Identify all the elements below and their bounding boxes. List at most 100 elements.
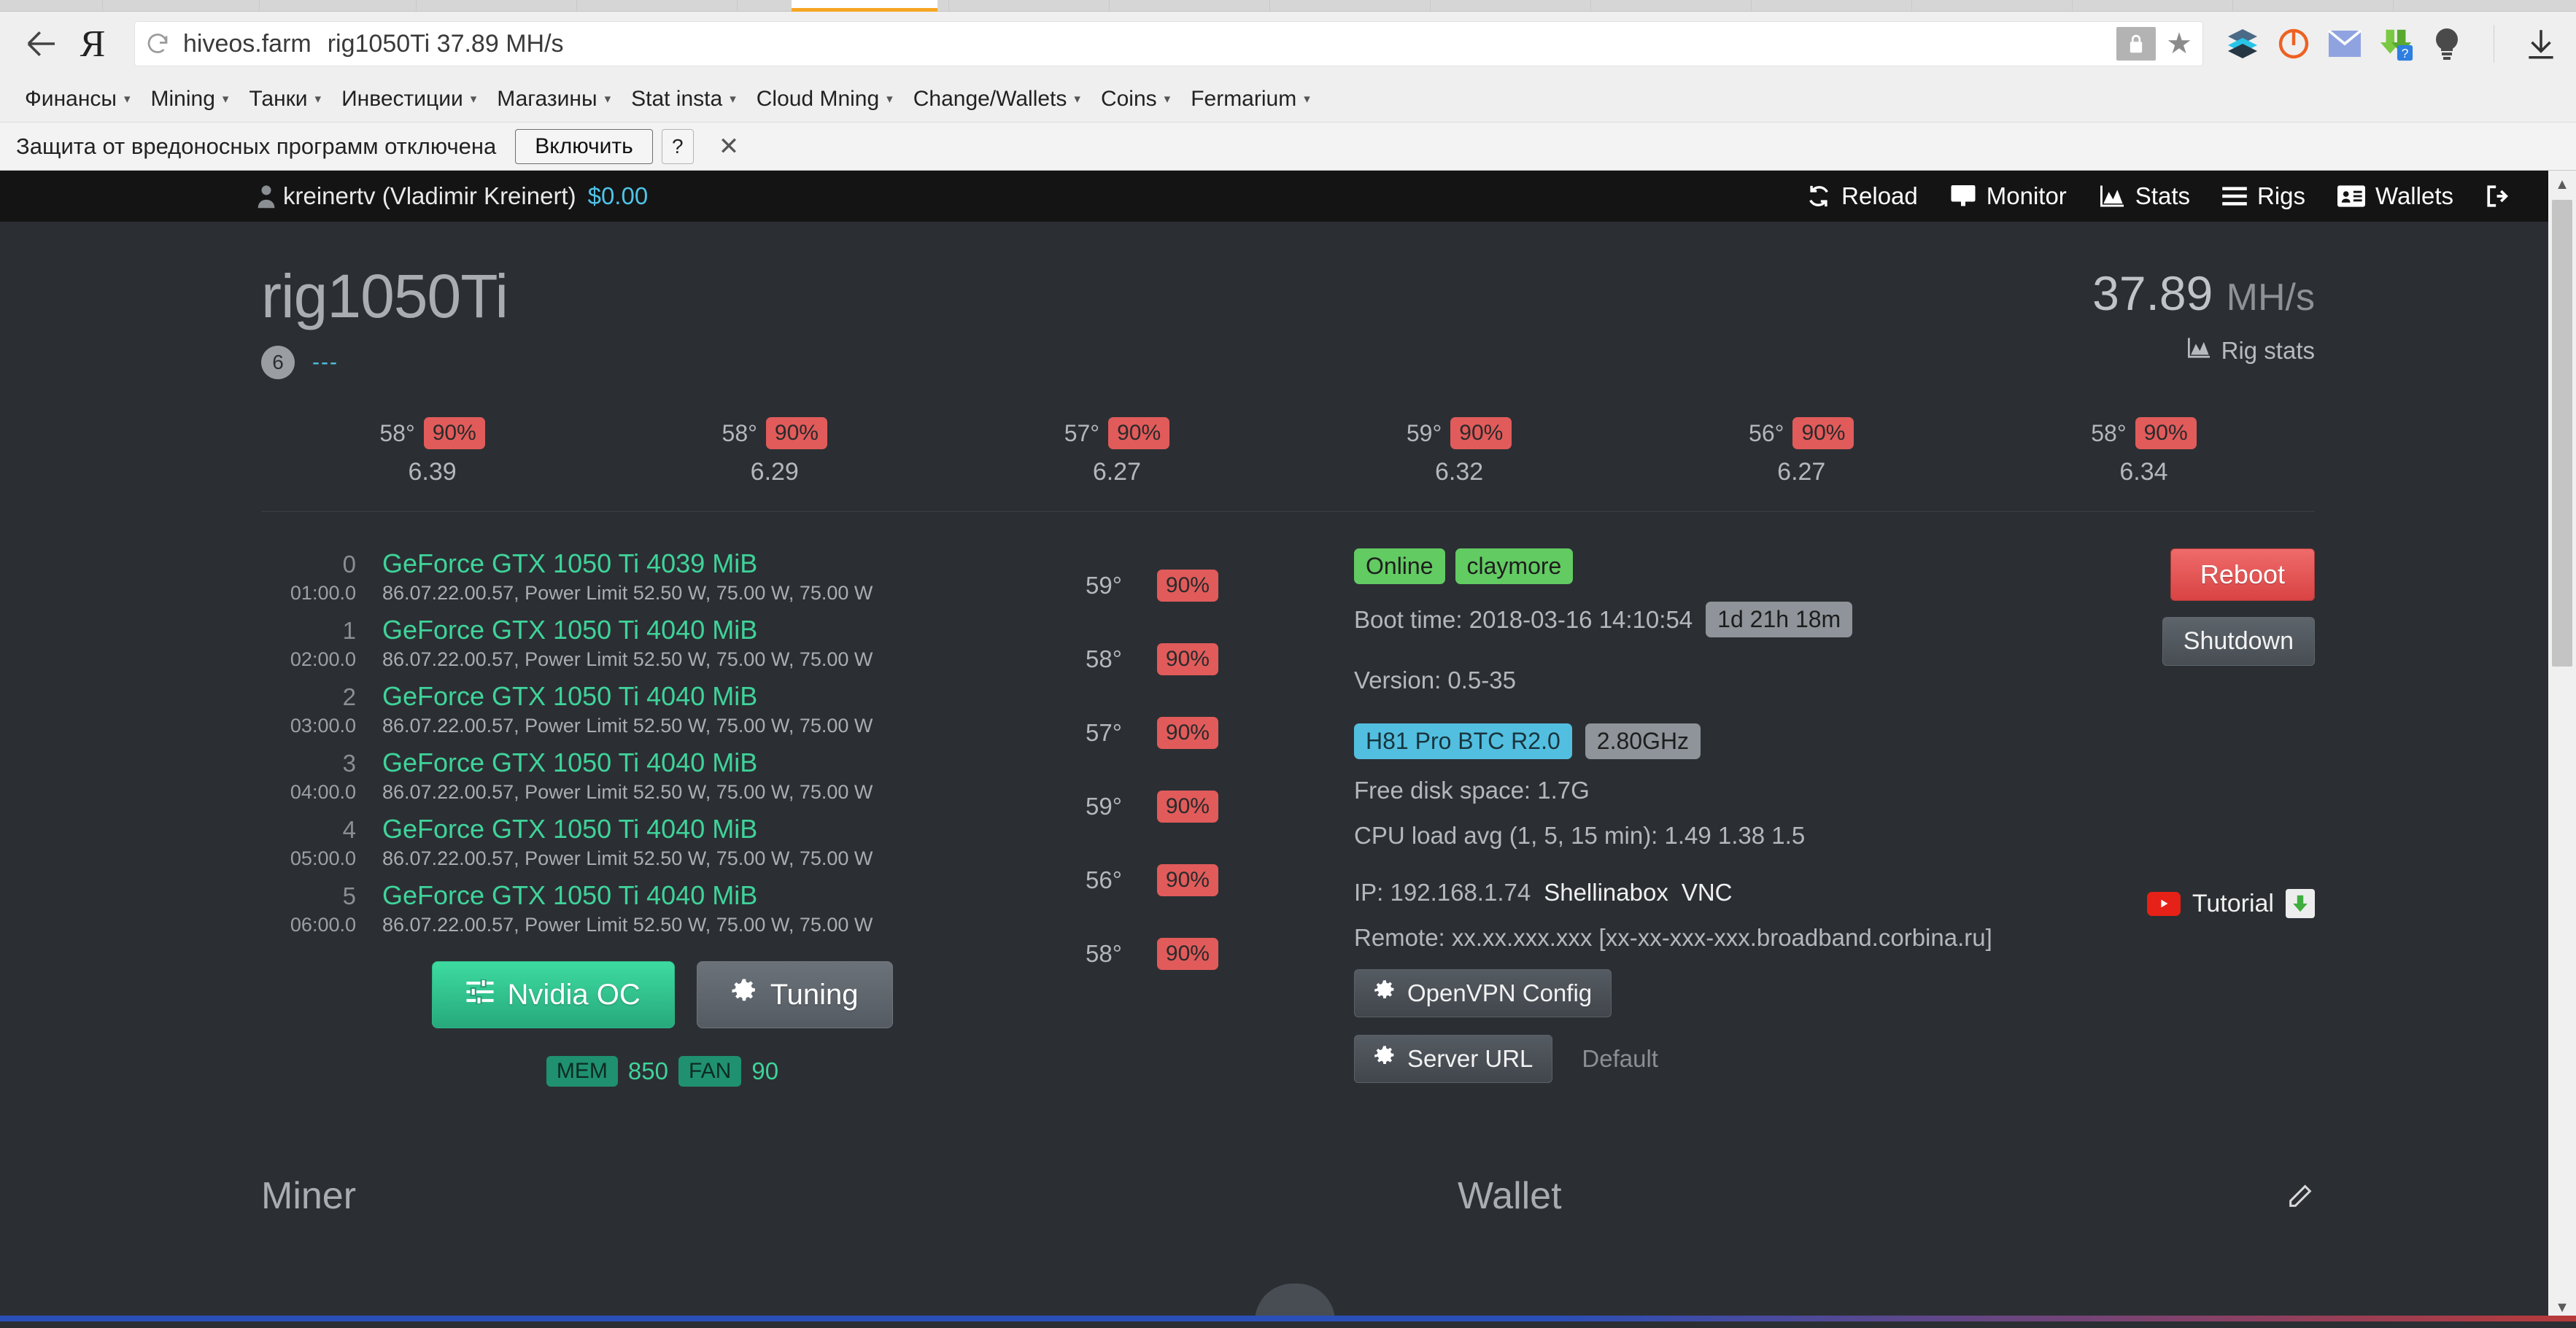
svg-text:?: ? <box>2402 46 2409 61</box>
yandex-logo-icon[interactable]: Я <box>67 18 118 69</box>
omnibox-page-title: rig1050Ti 37.89 MH/s <box>327 29 564 58</box>
user-balance: $0.00 <box>587 182 649 209</box>
vnc-link[interactable]: VNC <box>1682 879 1733 906</box>
bookmark-item-mining[interactable]: Mining ▾ <box>141 87 239 112</box>
bookmark-item-cloud-mning[interactable]: Cloud Mning ▾ <box>746 87 903 112</box>
download-icon[interactable] <box>2522 25 2560 63</box>
help-button[interactable]: ? <box>661 128 694 164</box>
openvpn-config-button[interactable]: OpenVPN Config <box>1354 969 1612 1017</box>
malware-warning-bar: Защита от вредоносных программ отключена… <box>0 123 2576 171</box>
nav-label: Stats <box>2135 182 2190 209</box>
bookmark-star-icon[interactable]: ★ <box>2156 27 2202 61</box>
layers-extension-icon[interactable] <box>2224 25 2262 63</box>
enable-protection-button[interactable]: Включить <box>515 128 653 164</box>
nav-item-monitor[interactable]: Monitor <box>1950 182 2067 210</box>
scrollbar-thumb[interactable] <box>2552 200 2572 667</box>
reload-icon <box>1806 184 1831 209</box>
summary-load-badge: 90% <box>1108 417 1170 449</box>
download-manager-extension-icon[interactable]: ? <box>2377 25 2415 63</box>
gpu-summary-cell: 58° 90% 6.39 <box>261 417 603 486</box>
gpu-detail: 86.07.22.00.57, Power Limit 52.50 W, 75.… <box>382 648 873 670</box>
edit-pencil-icon[interactable] <box>2286 1181 2315 1211</box>
bookmark-item-stat-insta[interactable]: Stat insta ▾ <box>621 87 746 112</box>
nvidia-oc-button[interactable]: Nvidia OC <box>432 961 675 1028</box>
gpu-row[interactable]: 4 GeForce GTX 1050 Ti 4040 MiB 05:00.0 8… <box>261 814 1064 870</box>
omnibox[interactable]: hiveos.farm rig1050Ti 37.89 MH/s ★ <box>134 21 2203 66</box>
gpu-temp: 59° <box>1086 792 1122 820</box>
bookmark-item-change-wallets[interactable]: Change/Wallets ▾ <box>903 87 1091 112</box>
server-url-button[interactable]: Server URL <box>1354 1035 1553 1083</box>
nav-label: Rigs <box>2257 182 2306 209</box>
bookmark-item-fermarium[interactable]: Fermarium ▾ <box>1180 87 1320 112</box>
bookmark-item-coins[interactable]: Coins ▾ <box>1091 87 1180 112</box>
gpu-summary-cell: 58° 90% 6.29 <box>603 417 945 486</box>
summary-hashrate: 6.34 <box>2119 458 2168 486</box>
chart-icon <box>2099 185 2125 208</box>
summary-temp: 58° <box>379 419 415 446</box>
scroll-up-arrow-icon[interactable]: ▲ <box>2548 171 2576 198</box>
bitly-extension-icon[interactable] <box>2275 25 2313 63</box>
bookmark-item-tanki[interactable]: Танки ▾ <box>239 87 331 112</box>
nav-item-rigs[interactable]: Rigs <box>2222 182 2305 210</box>
gpu-load-badge: 90% <box>1156 569 1218 602</box>
tutorial-link[interactable]: Tutorial <box>2146 889 2315 918</box>
back-arrow-icon[interactable] <box>16 18 67 69</box>
close-infobar-icon[interactable]: ✕ <box>719 132 740 161</box>
nav-item-wallets[interactable]: Wallets <box>2337 182 2453 210</box>
summary-hashrate: 6.27 <box>1777 458 1826 486</box>
gpu-row[interactable]: 0 GeForce GTX 1050 Ti 4039 MiB 01:00.0 8… <box>261 548 1064 605</box>
rig-detail-grid: 0 GeForce GTX 1050 Ti 4039 MiB 01:00.0 8… <box>261 512 2315 1087</box>
summary-hashrate: 6.39 <box>408 458 457 486</box>
bookmark-item-finansy[interactable]: Финансы ▾ <box>15 87 141 112</box>
bookmark-item-investicii[interactable]: Инвестиции ▾ <box>331 87 487 112</box>
nav-label: Reload <box>1841 182 1918 209</box>
gpu-row[interactable]: 2 GeForce GTX 1050 Ti 4040 MiB 03:00.0 8… <box>261 681 1064 737</box>
hashrate-unit: MH/s <box>2226 276 2315 319</box>
bookmark-label: Fermarium <box>1191 86 1297 111</box>
active-tab[interactable] <box>792 0 937 12</box>
summary-load-badge: 90% <box>2135 417 2197 449</box>
shutdown-button[interactable]: Shutdown <box>2162 617 2315 666</box>
gpu-detail: 86.07.22.00.57, Power Limit 52.50 W, 75.… <box>382 715 873 737</box>
gpu-bus-id: 05:00.0 <box>290 847 356 869</box>
reload-page-icon[interactable] <box>135 31 180 57</box>
lightbulb-extension-icon[interactable] <box>2428 25 2466 63</box>
tab-strip[interactable] <box>0 0 2576 12</box>
gpu-row[interactable]: 5 GeForce GTX 1050 Ti 4040 MiB 06:00.0 8… <box>261 880 1064 936</box>
gpu-summary-cell: 57° 90% 6.27 <box>945 417 1288 486</box>
overclock-area: Nvidia OC Tuning MEM 850 FAN 90 <box>261 961 1064 1087</box>
boot-time-label: Boot time: 2018-03-16 14:10:54 <box>1354 605 1693 633</box>
gpu-detail: 86.07.22.00.57, Power Limit 52.50 W, 75.… <box>382 914 873 936</box>
button-label: Tuning <box>770 978 859 1011</box>
page-scrollbar[interactable]: ▲ ▼ <box>2548 171 2576 1321</box>
mail-extension-icon[interactable] <box>2326 25 2364 63</box>
gpu-row[interactable]: 1 GeForce GTX 1050 Ti 4040 MiB 02:00.0 8… <box>261 615 1064 671</box>
gpu-row[interactable]: 3 GeForce GTX 1050 Ti 4040 MiB 04:00.0 8… <box>261 748 1064 804</box>
user-name-label: kreinertv (Vladimir Kreinert) <box>283 182 576 209</box>
free-disk-label: Free disk space: 1.7G <box>1354 777 1590 804</box>
download-icon[interactable] <box>2286 889 2315 918</box>
gpu-detail: 86.07.22.00.57, Power Limit 52.50 W, 75.… <box>382 582 873 604</box>
gpu-temp-row: 56° 90% <box>1086 843 1304 917</box>
shellinabox-link[interactable]: Shellinabox <box>1544 879 1668 906</box>
tuning-button[interactable]: Tuning <box>696 961 893 1028</box>
mem-value: 850 <box>627 1057 668 1084</box>
chevron-down-icon: ▾ <box>1304 91 1310 106</box>
summary-hashrate: 6.29 <box>750 458 799 486</box>
reboot-button[interactable]: Reboot <box>2170 548 2315 601</box>
gpu-summary-row: 58° 90% 6.39 58° 90% 6.29 57° 90% 6.27 5… <box>261 417 2315 512</box>
lock-icon[interactable] <box>2116 27 2156 61</box>
gpu-temp: 58° <box>1086 645 1122 672</box>
rig-stats-link[interactable]: Rig stats <box>2092 337 2315 365</box>
bookmark-label: Танки <box>249 86 308 111</box>
wallet-section: Wallet <box>1458 1174 2315 1218</box>
bookmark-item-magaziny[interactable]: Магазины ▾ <box>487 87 621 112</box>
boot-time-row: Boot time: 2018-03-16 14:10:54 1d 21h 18… <box>1354 602 2074 637</box>
app-top-navbar: kreinertv (Vladimir Kreinert) $0.00 Relo… <box>0 171 2576 222</box>
user-account[interactable]: kreinertv (Vladimir Kreinert) $0.00 <box>257 182 648 210</box>
nav-item-reload[interactable]: Reload <box>1806 182 1918 210</box>
fan-tag: FAN <box>678 1056 742 1087</box>
nav-item-logout[interactable] <box>2486 185 2510 208</box>
nav-item-stats[interactable]: Stats <box>2099 182 2190 210</box>
chevron-down-icon: ▾ <box>604 91 611 106</box>
